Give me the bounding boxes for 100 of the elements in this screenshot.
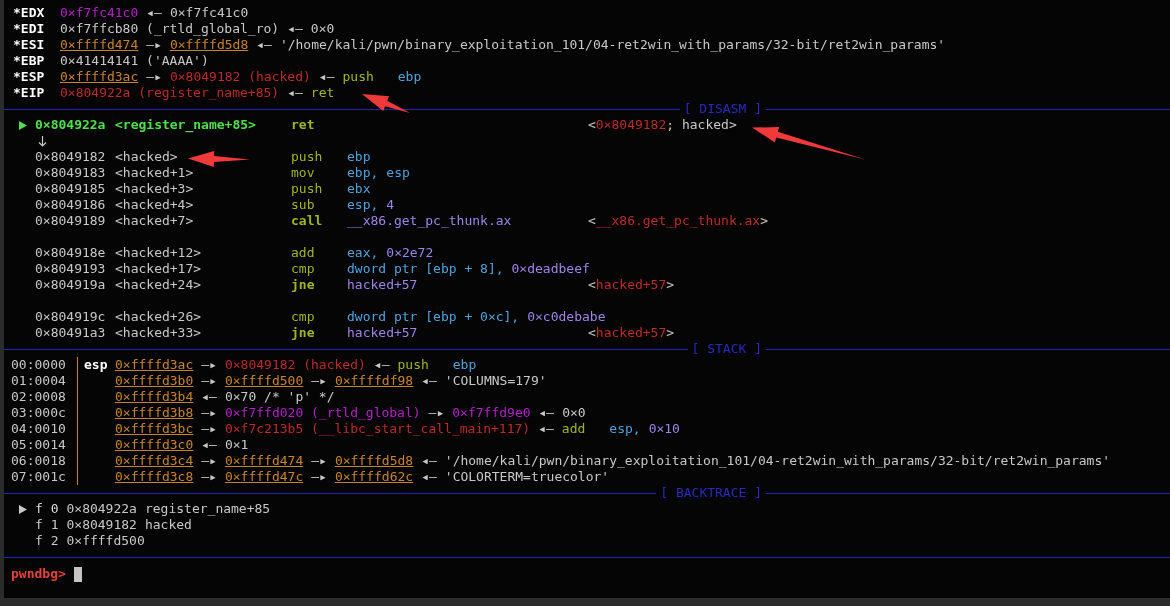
symbol-text: <register_name+85> [115,117,256,133]
mnemonic-text: call [291,213,323,229]
address-text: 0×ffffd3b4 [115,389,194,405]
value-text: < [588,117,596,133]
operand-text: 4 [386,197,395,213]
pointer-arrow-text: —▸ [311,373,327,389]
section-title: [ DISASM ] [682,101,763,117]
pointer-arrow-text: —▸ [201,421,217,437]
pointer-arrow-text: —▸ [201,373,217,389]
value-text: 0×f7fc41c0 [169,5,249,21]
pointer-arrow-text: ◂— [256,37,272,53]
address-text: 0×ffffd474 [60,37,139,53]
register-text: ebp [347,149,371,165]
frame-address: 0×ffffd500 [66,533,145,549]
value-text: 0×f7ffcb80 (_rtld_global_ro) [60,21,280,37]
stack-offset: 06:0018 [11,453,67,469]
address-text: 0×ffffd3ac [60,69,139,85]
address-text: 0×ffffd3c8 [115,469,194,485]
prompt-text: pwndbg> [11,566,66,582]
value-text: ; hacked> [666,117,737,133]
value-text: 0×70 /* 'p' */ [224,389,335,405]
pointer-arrow-text: —▸ [201,453,217,469]
code-pointer-text: 0×804922a (register_name+85) [60,85,280,101]
down-arrow-icon [38,135,47,147]
pointer-arrow-text: —▸ [201,357,217,373]
symbol-text: <hacked+3> [115,181,194,197]
address-text: 0×ffffd47c [224,469,304,485]
pointer-arrow-text: ◂— [201,437,217,453]
value-text: < [588,213,596,229]
address-text: 0×ffffd3c0 [115,437,194,453]
register-text: ebp [452,357,477,373]
symbol-text: <hacked+33> [115,325,202,341]
section-title: [ BACKTRACE ] [659,485,763,501]
value-text: 0×41414141 ('AAAA') [60,53,209,69]
pointer-arrow-text: ◂— [421,453,437,469]
operand-text: 0×c0debabe [527,309,606,325]
instruction-address: 0×8049189 [35,213,107,229]
register-label: esp [84,357,108,372]
value-text: > [666,277,675,293]
address-text: 0×ffffd5d8 [169,37,249,53]
instruction-text: push [342,69,374,85]
value-text: > [666,325,675,341]
register-text: esp [386,165,410,181]
mnemonic-text: cmp [291,309,315,325]
data-pointer-text: 0×f7ffd9e0 [452,405,531,421]
address-text: 0×ffffd3c4 [115,453,194,469]
value-text: < [588,325,596,341]
register-name: *EDI [13,21,46,37]
address-text: 0×ffffdf98 [334,373,414,389]
pointer-arrow-text: ◂— [287,85,303,101]
symbol-text: <hacked> [115,149,178,165]
symbol-text: <hacked+7> [115,213,194,229]
pointer-arrow-text: ◂— [146,5,162,21]
frame-symbol: hacked [144,517,192,533]
annotation-arrow [362,94,410,113]
instruction-address: 0×804919c [35,309,107,325]
frame-address: 0×8049182 [66,517,137,533]
instruction-text: add [561,421,586,437]
address-text: 0×ffffd3bc [115,421,194,437]
value-text: 0×1 [224,437,249,453]
mnemonic-text: jne [291,277,315,293]
frame-number: f 1 [35,517,59,533]
value-text: '/home/kali/pwn/binary_exploitation_101/04-ret2win_with_params/32-bit/ret2win_params' [444,453,1111,469]
pointer-arrow-text: ◂— [421,373,437,389]
symbol-text: <hacked+24> [115,277,202,293]
frame-symbol: register_name+85 [144,501,271,517]
instruction-address: 0×804919a [35,277,107,293]
stack-offset: 05:0014 [11,437,67,453]
value-text: '/home/kali/pwn/binary_exploitation_101/04-ret2win_with_params/32-bit/ret2win_params' [279,37,946,53]
code-pointer-text: hacked+57 [595,277,667,293]
stack-offset: 03:000c [11,405,67,421]
instruction-address: 0×8049183 [35,165,107,181]
register-text: eax, [347,245,379,261]
code-pointer-text: 0×8049182 (hacked) [224,357,366,373]
address-text: 0×ffffd3b0 [115,373,194,389]
instruction-address: 0×8049186 [35,197,107,213]
code-pointer-text: 0×f7c213b5 (__libc_start_call_main+117) [224,421,531,437]
value-text: 'COLUMNS=179' [444,373,547,389]
instruction-address: 0×80491a3 [35,325,107,341]
data-pointer-text: 0×f7ffd020 (_rtld_global) [224,405,421,421]
stack-offset: 02:0008 [11,389,67,405]
mnemonic-text: mov [291,165,315,181]
pointer-arrow-text: ◂— [201,389,217,405]
instruction-address: 0×8049193 [35,261,107,277]
register-text: ebp [397,69,422,85]
register-name: *ESP [13,69,46,85]
address-text: 0×ffffd474 [224,453,304,469]
mnemonic-text: cmp [291,261,315,277]
section-title: [ STACK ] [690,341,763,357]
register-text: dword ptr [ebp + 8], [347,261,504,277]
pointer-arrow-text: —▸ [201,405,217,421]
operand-text: hacked+57 [347,325,418,341]
address-text: 0×ffffd3ac [115,357,194,373]
pointer-arrow-text: —▸ [428,405,445,421]
operand-text: 0×10 [648,421,680,437]
mnemonic-text: push [291,149,323,165]
code-pointer-text: __x86.get_pc_thunk.ax [595,213,761,229]
text-cursor[interactable] [73,566,82,582]
operand-text: 0×deadbeef [511,261,590,277]
register-name: *EDX [13,5,46,21]
